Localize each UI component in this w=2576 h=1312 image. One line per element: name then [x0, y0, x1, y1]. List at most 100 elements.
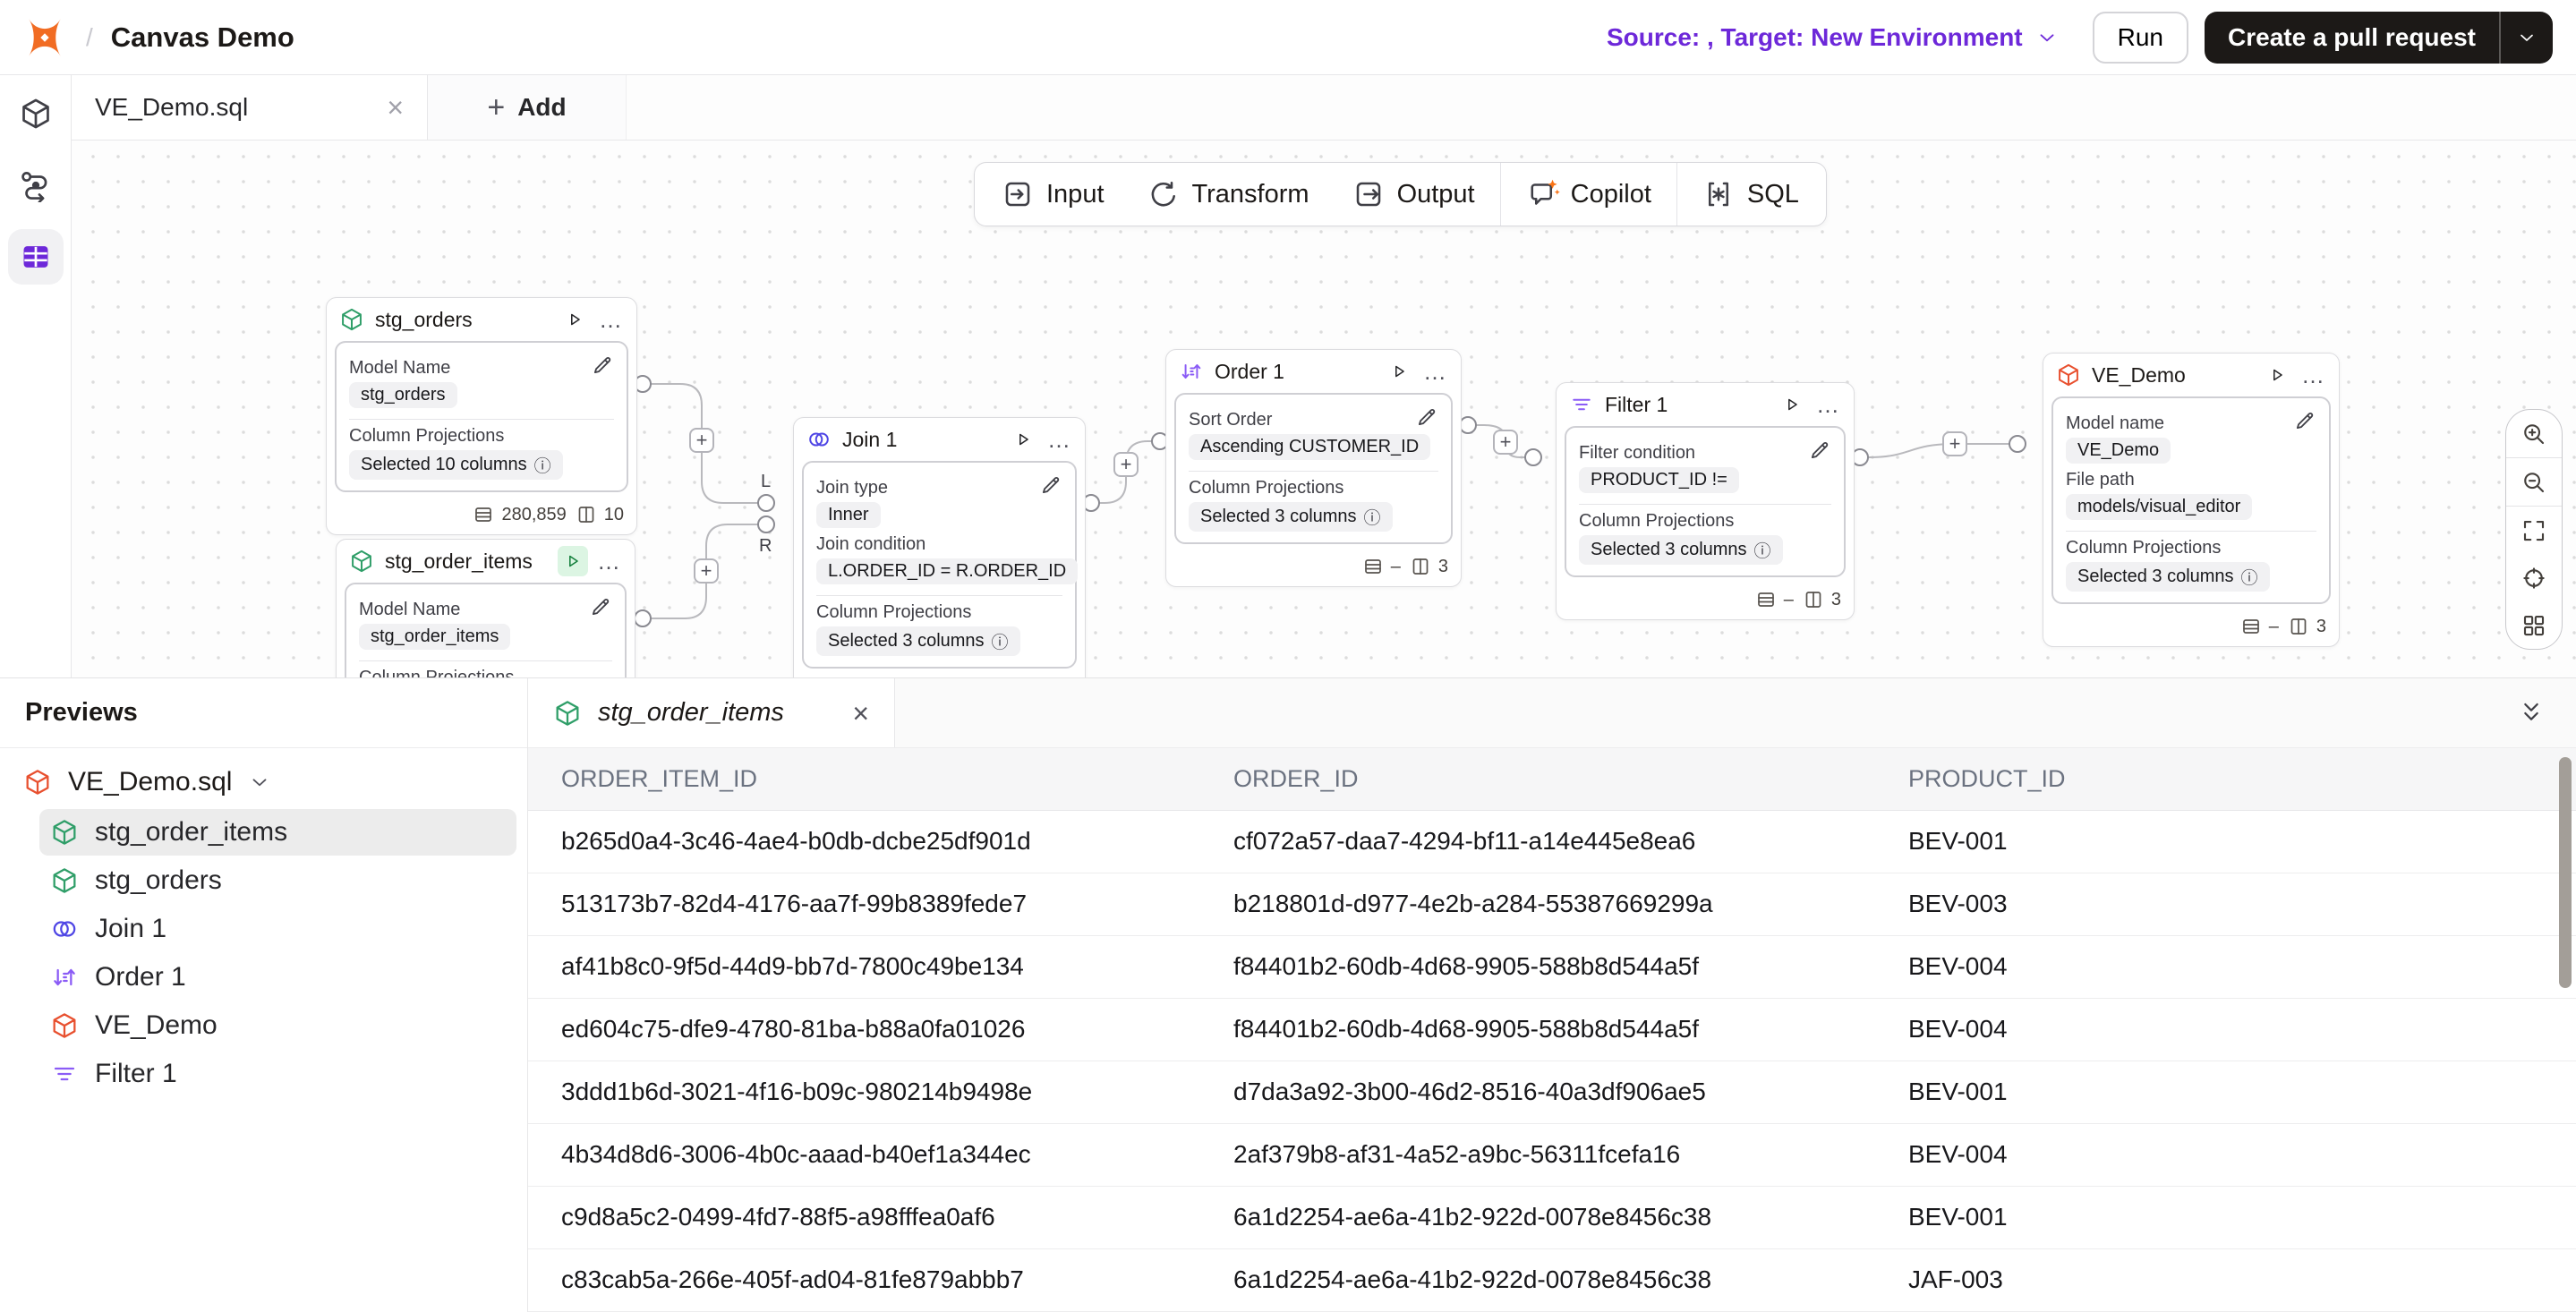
column-projections-pill[interactable]: Selected 3 columnsⓘ	[2066, 562, 2270, 592]
table-row[interactable]: ed604c75-dfe9-4780-81ba-b88a0fa01026f844…	[528, 998, 2576, 1061]
layout-grid-button[interactable]	[2506, 601, 2562, 649]
preview-tab-stg-order-items[interactable]: stg_order_items ×	[528, 678, 895, 747]
filter-condition-pill[interactable]: PRODUCT_ID !=	[1579, 467, 1739, 493]
tree-item-stg-order-items[interactable]: stg_order_items	[39, 809, 516, 856]
node-order-1[interactable]: Order 1 … Sort Order Ascending CUSTOMER_…	[1165, 349, 1462, 587]
insert-node-on-edge-button[interactable]: +	[689, 428, 714, 453]
rail-models-button[interactable]	[8, 86, 64, 141]
model-name-pill[interactable]: stg_orders	[349, 382, 457, 408]
column-header[interactable]: PRODUCT_ID	[1875, 748, 2576, 810]
toolbar-input-button[interactable]: Input	[980, 163, 1126, 226]
rail-table-view-button[interactable]	[8, 229, 64, 285]
join-left-port-label: L	[761, 472, 771, 492]
tree-root-ve-demo-sql[interactable]: VE_Demo.sql	[0, 757, 527, 807]
insert-node-on-edge-button[interactable]: +	[1113, 452, 1139, 477]
create-pull-request-menu-button[interactable]	[2501, 12, 2553, 64]
node-menu-button[interactable]: …	[2301, 371, 2326, 379]
join-condition-pill[interactable]: L.ORDER_ID = R.ORDER_ID	[816, 558, 1078, 584]
node-menu-button[interactable]: …	[597, 557, 622, 566]
edit-pencil-icon[interactable]	[1039, 473, 1062, 497]
app-window: / Canvas Demo Source: , Target: New Envi…	[0, 0, 2576, 1312]
zoom-in-button[interactable]	[2506, 410, 2562, 457]
insert-node-on-edge-button[interactable]: +	[1942, 431, 1967, 456]
close-preview-icon[interactable]: ×	[852, 699, 869, 728]
insert-node-on-edge-button[interactable]: +	[694, 558, 719, 584]
table-row[interactable]: c83cab5a-266e-405f-ad04-81fe879abbb76a1d…	[528, 1248, 2576, 1311]
column-header[interactable]: ORDER_ID	[1200, 748, 1875, 810]
join-type-pill[interactable]: Inner	[816, 502, 881, 528]
toolbar-copilot-button[interactable]: Copilot	[1505, 163, 1673, 226]
table-row[interactable]: b265d0a4-3c46-4ae4-b0db-dcbe25df901dcf07…	[528, 810, 2576, 873]
node-stg-orders[interactable]: stg_orders … Model Name stg_orders Colum…	[326, 297, 637, 535]
join-venn-icon	[806, 427, 832, 452]
rail-pipeline-button[interactable]	[8, 158, 64, 213]
tree-item-ve-demo[interactable]: VE_Demo	[39, 1002, 516, 1049]
canvas-zoom-controls	[2505, 409, 2563, 650]
edit-pencil-icon[interactable]	[589, 595, 612, 618]
tree-item-stg-orders[interactable]: stg_orders	[39, 857, 516, 904]
toolbar-output-button[interactable]: Output	[1331, 163, 1497, 226]
play-icon	[2267, 365, 2287, 385]
node-stg-order-items[interactable]: stg_order_items … Model Name stg_order_i…	[336, 539, 635, 677]
table-row[interactable]: c9d8a5c2-0499-4fd7-88f5-a98fffea0af66a1d…	[528, 1186, 2576, 1248]
table-row[interactable]: af41b8c0-9f5d-44d9-bb7d-7800c49be134f844…	[528, 935, 2576, 998]
node-menu-button[interactable]: …	[1047, 435, 1072, 444]
column-count-icon	[576, 504, 597, 525]
tree-item-order-1[interactable]: Order 1	[39, 954, 516, 1001]
model-name-pill[interactable]: stg_order_items	[359, 624, 510, 650]
column-projections-pill[interactable]: Selected 3 columnsⓘ	[1579, 535, 1783, 565]
transform-icon	[1147, 178, 1180, 210]
vertical-scrollbar[interactable]	[2559, 757, 2572, 988]
node-join-1[interactable]: Join 1 … Join type Inner Join condition …	[793, 417, 1086, 677]
chevron-down-icon[interactable]	[248, 771, 271, 794]
model-name-pill[interactable]: VE_Demo	[2066, 438, 2171, 464]
table-row[interactable]: 4b34d8d6-3006-4b0c-aaad-b40ef1a344ec2af3…	[528, 1123, 2576, 1186]
node-menu-button[interactable]: …	[599, 315, 624, 324]
flow-icon	[19, 168, 53, 202]
node-menu-button[interactable]: …	[1423, 367, 1448, 376]
file-path-pill[interactable]: models/visual_editor	[2066, 494, 2252, 520]
column-projections-pill[interactable]: Selected 3 columnsⓘ	[1189, 502, 1393, 532]
zoom-out-button[interactable]	[2506, 458, 2562, 506]
run-node-button[interactable]	[558, 546, 588, 576]
output-port	[635, 610, 651, 626]
tab-ve-demo-sql[interactable]: VE_Demo.sql ×	[72, 75, 428, 140]
add-tab-button[interactable]: + Add	[428, 75, 627, 140]
run-node-button[interactable]	[2262, 360, 2292, 390]
tree-item-join-1[interactable]: Join 1	[39, 906, 516, 952]
edit-pencil-icon[interactable]	[2293, 409, 2316, 432]
tree-item-filter-1[interactable]: Filter 1	[39, 1051, 516, 1097]
column-header[interactable]: ORDER_ITEM_ID	[528, 748, 1200, 810]
collapse-panel-icon[interactable]	[2517, 699, 2546, 728]
create-pull-request-button[interactable]: Create a pull request	[2205, 12, 2499, 64]
node-menu-button[interactable]: …	[1816, 400, 1841, 409]
node-filter-1[interactable]: Filter 1 … Filter condition PRODUCT_ID !…	[1556, 382, 1855, 620]
fit-view-button[interactable]	[2506, 507, 2562, 554]
paradime-logo-icon[interactable]	[23, 16, 66, 59]
column-projections-pill[interactable]: Selected 3 columnsⓘ	[816, 626, 1020, 656]
toolbar-sql-button[interactable]: SQL	[1681, 163, 1821, 226]
toolbar-transform-button[interactable]: Transform	[1126, 163, 1331, 226]
environment-selector[interactable]: Source: , Target: New Environment	[1607, 23, 2059, 52]
table-row[interactable]: 3ddd1b6d-3021-4f16-b09c-980214b9498ed7da…	[528, 1061, 2576, 1123]
run-node-button[interactable]	[559, 304, 590, 335]
run-node-button[interactable]	[1777, 389, 1807, 420]
run-node-button[interactable]	[1384, 356, 1414, 387]
edit-pencil-icon[interactable]	[591, 354, 614, 377]
copilot-icon	[1526, 178, 1558, 210]
sort-order-icon	[50, 963, 79, 992]
fullscreen-icon	[2521, 517, 2547, 544]
center-view-button[interactable]	[2506, 554, 2562, 601]
run-button[interactable]: Run	[2093, 12, 2188, 64]
edit-pencil-icon[interactable]	[1415, 405, 1438, 429]
sort-order-pill[interactable]: Ascending CUSTOMER_ID	[1189, 434, 1430, 460]
edit-pencil-icon[interactable]	[1808, 439, 1831, 462]
insert-node-on-edge-button[interactable]: +	[1493, 430, 1518, 455]
join-input-port-left	[758, 495, 774, 511]
pipeline-canvas[interactable]: L R + + + + + Input Transform	[72, 141, 2576, 677]
column-projections-pill[interactable]: Selected 10 columnsⓘ	[349, 450, 563, 480]
run-node-button[interactable]	[1008, 424, 1038, 455]
node-ve-demo[interactable]: VE_Demo … Model name VE_Demo File path m…	[2043, 353, 2340, 647]
table-row[interactable]: 513173b7-82d4-4176-aa7f-99b8389fede7b218…	[528, 873, 2576, 935]
close-tab-icon[interactable]: ×	[387, 93, 404, 122]
